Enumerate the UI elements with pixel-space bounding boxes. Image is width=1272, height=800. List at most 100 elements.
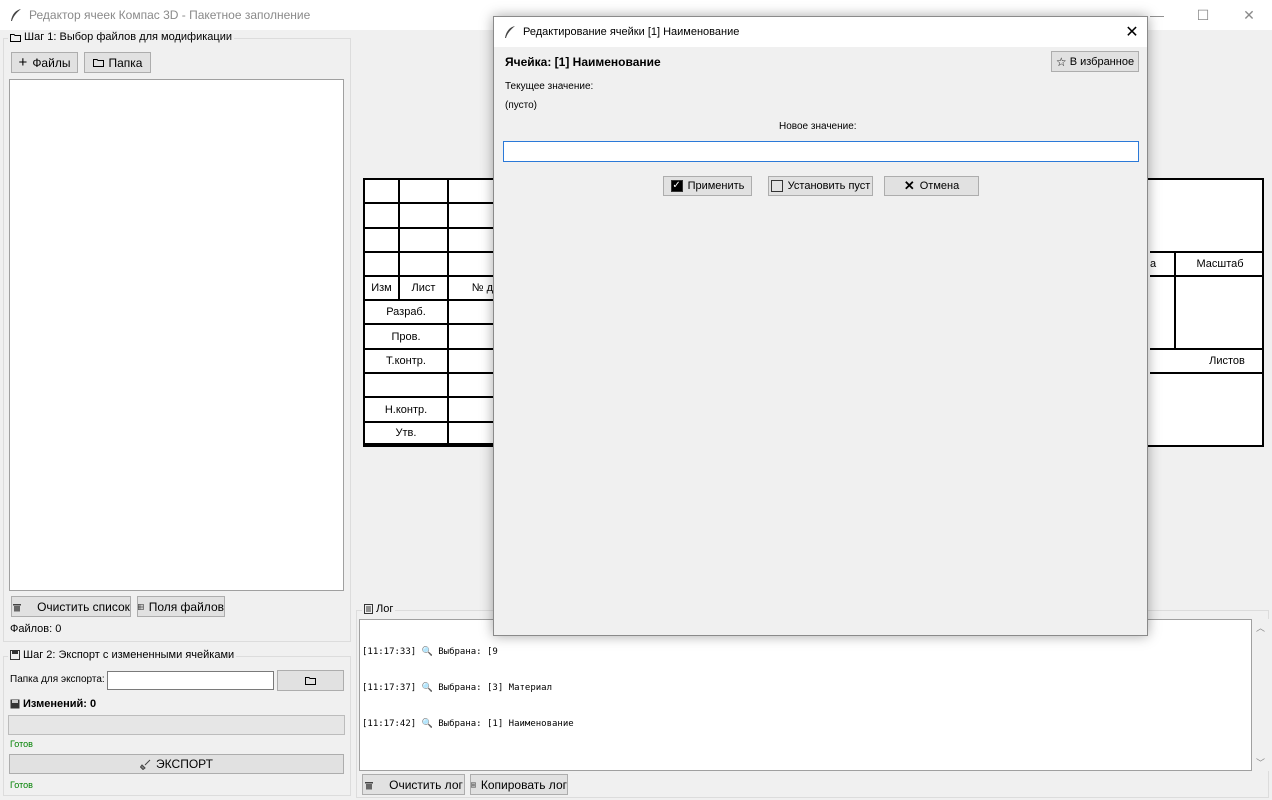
- stamp-cell-listov-label: Листов: [1209, 355, 1245, 367]
- dialog-close-button[interactable]: ✕: [1117, 17, 1147, 47]
- stamp-cell[interactable]: [449, 229, 497, 253]
- stamp-cell-massa[interactable]: а: [1150, 253, 1176, 277]
- close-icon: ✕: [903, 178, 915, 193]
- set-empty-button[interactable]: Установить пуст: [768, 176, 873, 196]
- step1-title: Шаг 1: Выбор файлов для модификации: [8, 31, 235, 43]
- clear-list-label: Очистить список: [37, 599, 130, 614]
- edit-cell-dialog: Редактирование ячейки [1] Наименование ✕…: [493, 16, 1148, 636]
- dialog-title: Редактирование ячейки [1] Наименование: [523, 26, 740, 38]
- stamp-cell[interactable]: [400, 180, 449, 204]
- stamp-cell-list[interactable]: Лист: [400, 277, 449, 301]
- step2-title: Шаг 2: Экспорт с измененными ячейками: [8, 649, 237, 661]
- log-textarea[interactable]: [11:17:33] 🔍 Выбрана: [9 [11:17:37] 🔍 Вы…: [359, 619, 1252, 771]
- stamp-cell[interactable]: [449, 253, 497, 277]
- stamp-cell[interactable]: [449, 204, 497, 229]
- save-icon: [10, 699, 20, 709]
- stamp-cell-tkontr[interactable]: Т.контр.: [365, 350, 449, 374]
- clear-list-button[interactable]: Очистить список: [11, 596, 131, 617]
- log-line: [11:17:42] 🔍 Выбрана: [1] Наименование: [362, 719, 574, 729]
- stamp-cell[interactable]: [449, 423, 497, 445]
- add-files-button[interactable]: + Файлы: [11, 52, 78, 73]
- changes-count-label: Изменений: 0: [23, 698, 97, 710]
- changes-count: Изменений: 0: [10, 698, 96, 710]
- stamp-cell[interactable]: [449, 398, 497, 423]
- stamp-cell[interactable]: [449, 374, 497, 398]
- stamp-cell[interactable]: [365, 204, 400, 229]
- folder-icon: [10, 33, 21, 42]
- files-count: Файлов: 0: [10, 623, 62, 635]
- copy-log-button[interactable]: Копировать лог: [470, 774, 568, 795]
- close-window-button[interactable]: ✕: [1226, 0, 1272, 30]
- apply-label: Применить: [687, 180, 745, 192]
- stamp-cell-massa-label: а: [1150, 258, 1157, 270]
- stamp-cell-ndoc[interactable]: № д: [449, 277, 497, 301]
- file-fields-button[interactable]: Поля файлов: [137, 596, 225, 617]
- scroll-up-icon[interactable]: ︿: [1256, 621, 1265, 634]
- status-text-bottom: Готов: [10, 780, 33, 790]
- copy-log-label: Копировать лог: [480, 777, 567, 792]
- stamp-cell[interactable]: [449, 180, 497, 204]
- empty-checkbox-icon: [770, 180, 783, 192]
- stamp-cell-prov[interactable]: Пров.: [365, 325, 449, 350]
- stamp-cell-izm[interactable]: Изм: [365, 277, 400, 301]
- new-value-input[interactable]: [503, 141, 1139, 162]
- add-to-favorites-button[interactable]: ☆ В избранное: [1051, 51, 1139, 72]
- stamp-cell[interactable]: [400, 229, 449, 253]
- stamp-cell-designation[interactable]: [1150, 180, 1264, 253]
- export-progress-bar: [8, 715, 345, 735]
- status-text-top: Готов: [10, 739, 33, 749]
- stamp-cell-ndoc-label: № д: [471, 282, 493, 294]
- clear-log-button[interactable]: Очистить лог: [362, 774, 465, 795]
- stamp-cell[interactable]: [400, 253, 449, 277]
- step2-title-label: Шаг 2: Экспорт с измененными ячейками: [23, 649, 235, 661]
- file-list[interactable]: [9, 79, 344, 591]
- stamp-cell-org[interactable]: [1150, 374, 1264, 445]
- maximize-button[interactable]: ☐: [1180, 0, 1226, 30]
- stamp-cell-listov[interactable]: Листов: [1150, 350, 1264, 374]
- export-button-label: ЭКСПОРТ: [156, 757, 213, 771]
- folder-icon: [305, 677, 316, 685]
- stamp-cell-masshtab[interactable]: Масштаб: [1176, 253, 1264, 277]
- stamp-cell[interactable]: [400, 204, 449, 229]
- log-scrollbar[interactable]: ︿ ﹀: [1252, 619, 1269, 771]
- scroll-down-icon[interactable]: ﹀: [1256, 756, 1265, 769]
- favorites-label: В избранное: [1069, 55, 1135, 68]
- stamp-cell-nkontr[interactable]: Н.контр.: [365, 398, 449, 423]
- stamp-cell-masshtab-value[interactable]: [1176, 277, 1264, 350]
- star-icon: ☆: [1055, 54, 1067, 69]
- trash-icon: [365, 781, 374, 789]
- export-button[interactable]: ЭКСПОРТ: [9, 754, 344, 774]
- export-folder-input[interactable]: [107, 671, 274, 690]
- step1-title-label: Шаг 1: Выбор файлов для модификации: [24, 31, 233, 43]
- stamp-cell-razrab[interactable]: Разраб.: [365, 301, 449, 325]
- feather-icon: [505, 26, 515, 38]
- cancel-label: Отмена: [919, 180, 960, 192]
- add-files-label: Файлы: [32, 55, 71, 70]
- log-line: [11:17:33] 🔍 Выбрана: [9: [362, 647, 498, 657]
- folder-icon: [92, 59, 104, 67]
- log-title-label: Лог: [376, 603, 394, 615]
- cancel-button[interactable]: ✕ Отмена: [884, 176, 979, 196]
- file-fields-label: Поля файлов: [148, 599, 224, 614]
- stamp-cell[interactable]: [449, 350, 497, 374]
- apply-button[interactable]: ✓ Применить: [663, 176, 752, 196]
- stamp-cell[interactable]: [365, 180, 400, 204]
- plus-icon: +: [18, 53, 28, 71]
- table-icon: [138, 603, 144, 610]
- stamp-cell[interactable]: [365, 253, 400, 277]
- stamp-cell[interactable]: [449, 301, 497, 325]
- stamp-cell[interactable]: [449, 325, 497, 350]
- stamp-cell-utv[interactable]: Утв.: [365, 423, 449, 445]
- stamp-cell[interactable]: [365, 229, 400, 253]
- checkmark-icon: ✓: [670, 180, 683, 192]
- feather-icon: [11, 9, 21, 21]
- add-folder-label: Папка: [108, 55, 143, 70]
- browse-export-folder-button[interactable]: [277, 670, 344, 691]
- stamp-cell[interactable]: [1150, 277, 1176, 350]
- log-line: [11:17:37] 🔍 Выбрана: [3] Материал: [362, 683, 553, 693]
- window-title: Редактор ячеек Компас 3D - Пакетное запо…: [29, 8, 311, 22]
- clear-log-label: Очистить лог: [389, 777, 463, 792]
- stamp-cell[interactable]: [365, 374, 449, 398]
- add-folder-button[interactable]: Папка: [84, 52, 151, 73]
- clipboard-icon: [471, 782, 476, 787]
